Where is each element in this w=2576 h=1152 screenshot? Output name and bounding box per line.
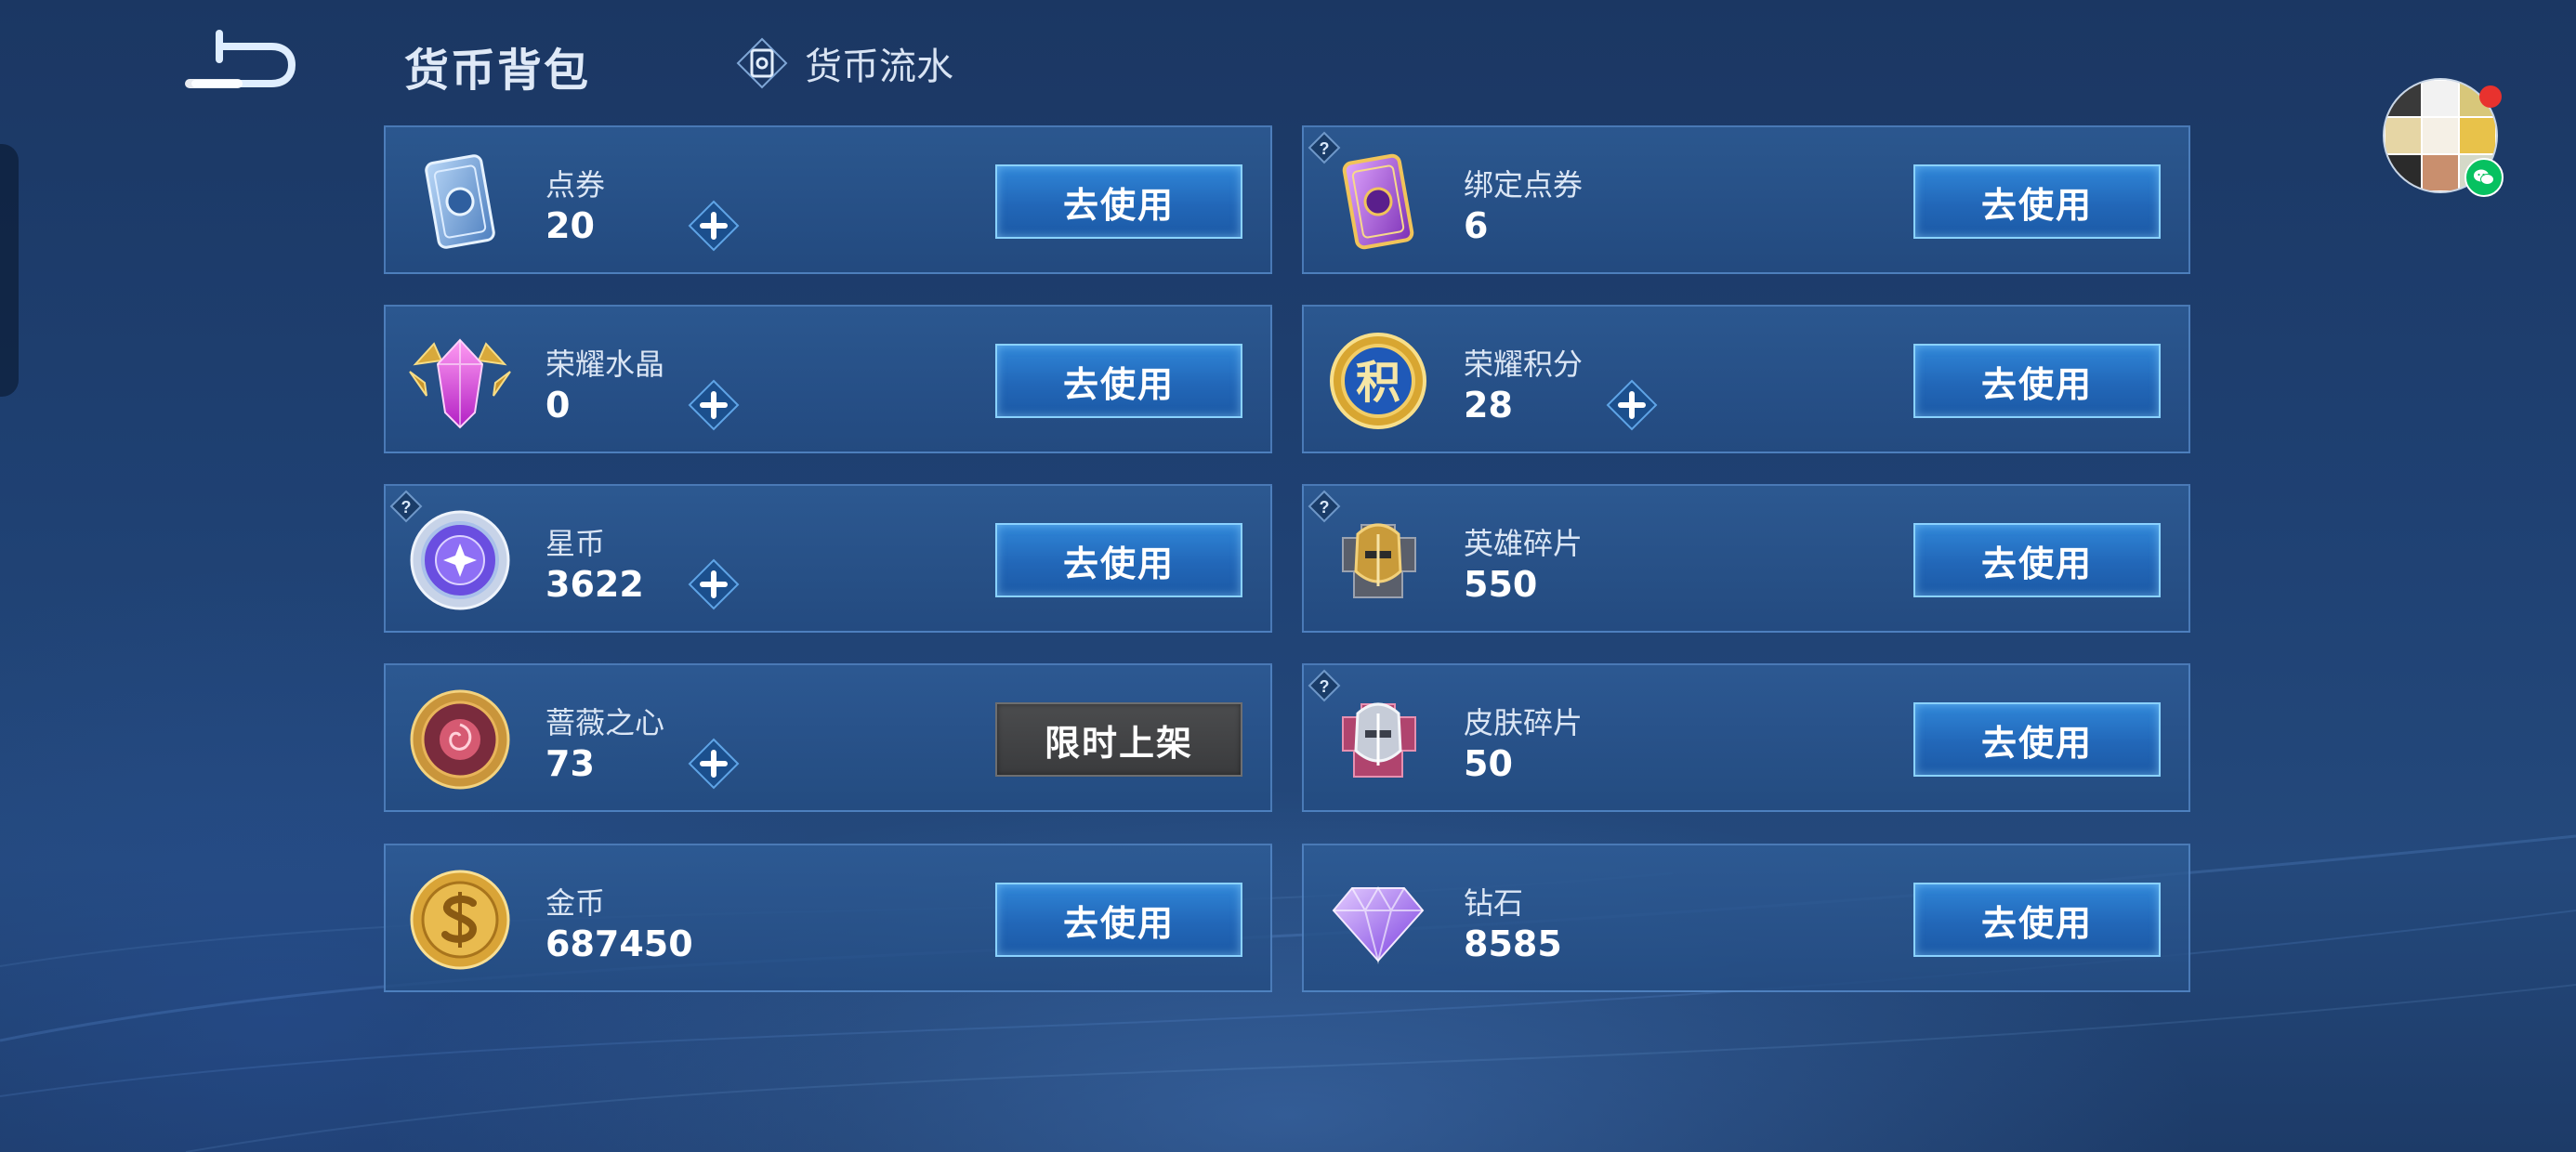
use-star-coin-button[interactable]: 去使用 [995, 523, 1242, 597]
currency-card-diamond: 钻石 8585 去使用 [1302, 844, 2190, 992]
ledger-icon [736, 37, 788, 89]
currency-name: 蔷薇之心 [545, 705, 665, 740]
currency-amount: 3622 [545, 564, 644, 605]
use-skin-fragment-button[interactable]: 去使用 [1913, 702, 2161, 777]
currency-name: 荣耀水晶 [545, 347, 665, 382]
currency-name: 钻石 [1464, 885, 1524, 921]
currency-name: 星币 [545, 526, 606, 561]
currency-card-rose-heart: 蔷薇之心 73 限时上架 [384, 663, 1272, 812]
use-diamond-button[interactable]: 去使用 [1913, 883, 2161, 957]
glory-points-icon: 积 [1330, 333, 1426, 429]
currency-card-hero-fragment: ? 英雄碎片 550 去使用 [1302, 484, 2190, 633]
currency-name: 金币 [545, 885, 606, 921]
points-glyph: 积 [1356, 357, 1400, 409]
currency-card-skin-fragment: ? 皮肤碎片 50 去使用 [1302, 663, 2190, 812]
bound-ticket-icon [1342, 153, 1414, 250]
notification-dot [2479, 85, 2502, 108]
ticket-icon [425, 154, 495, 249]
currency-amount: 6 [1464, 205, 1489, 246]
currency-amount: 50 [1464, 743, 1513, 784]
add-star-coin-button[interactable] [688, 558, 740, 610]
page-title: 货币背包 [404, 45, 591, 97]
currency-amount: 0 [545, 385, 571, 425]
currency-name: 点券 [545, 167, 606, 203]
ledger-label: 货币流水 [805, 46, 953, 88]
currency-card-glory-crystal: 荣耀水晶 0 去使用 [384, 305, 1272, 453]
currency-card-gold-coin: 金币 687450 去使用 [384, 844, 1272, 992]
limited-time-button[interactable]: 限时上架 [995, 702, 1242, 777]
use-bound-ticket-button[interactable]: 去使用 [1913, 164, 2161, 239]
gold-coin-icon [410, 870, 510, 970]
star-coin-icon [410, 510, 510, 610]
use-glory-crystal-button[interactable]: 去使用 [995, 344, 1242, 418]
currency-card-star-coin: ? 星币 3622 去使用 [384, 484, 1272, 633]
currency-amount: 687450 [545, 923, 693, 964]
currency-name: 英雄碎片 [1464, 526, 1584, 561]
use-ticket-button[interactable]: 去使用 [995, 164, 1242, 239]
add-rose-heart-button[interactable] [688, 738, 740, 790]
side-edge-tab [0, 144, 19, 397]
currency-amount: 20 [545, 205, 595, 246]
diamond-icon [1332, 886, 1425, 964]
add-ticket-button[interactable] [688, 200, 740, 252]
add-glory-crystal-button[interactable] [688, 379, 740, 431]
rose-heart-icon [410, 689, 510, 790]
currency-amount: 550 [1464, 564, 1538, 605]
currency-ledger-link[interactable]: 货币流水 [734, 35, 953, 91]
back-arrow-icon [185, 30, 296, 88]
currency-amount: 73 [545, 743, 595, 784]
currency-amount: 8585 [1464, 923, 1562, 964]
currency-name: 皮肤碎片 [1464, 705, 1584, 740]
use-gold-coin-button[interactable]: 去使用 [995, 883, 1242, 957]
currency-name: 荣耀积分 [1464, 347, 1584, 382]
skin-fragment-icon [1342, 702, 1416, 778]
wechat-icon [2464, 158, 2504, 197]
currency-name: 绑定点券 [1464, 167, 1584, 203]
use-hero-fragment-button[interactable]: 去使用 [1913, 523, 2161, 597]
use-glory-points-button[interactable]: 去使用 [1913, 344, 2161, 418]
currency-card-glory-points: 积 荣耀积分 28 去使用 [1302, 305, 2190, 453]
user-avatar[interactable] [2383, 78, 2504, 197]
back-button[interactable] [182, 28, 296, 95]
currency-card-ticket: 点券 20 去使用 [384, 125, 1272, 274]
currency-card-bound-ticket: ? 绑定点券 6 去使用 [1302, 125, 2190, 274]
hero-fragment-icon [1342, 523, 1416, 598]
add-glory-points-button[interactable] [1606, 379, 1658, 431]
glory-crystal-icon [409, 338, 511, 429]
currency-amount: 28 [1464, 385, 1513, 425]
